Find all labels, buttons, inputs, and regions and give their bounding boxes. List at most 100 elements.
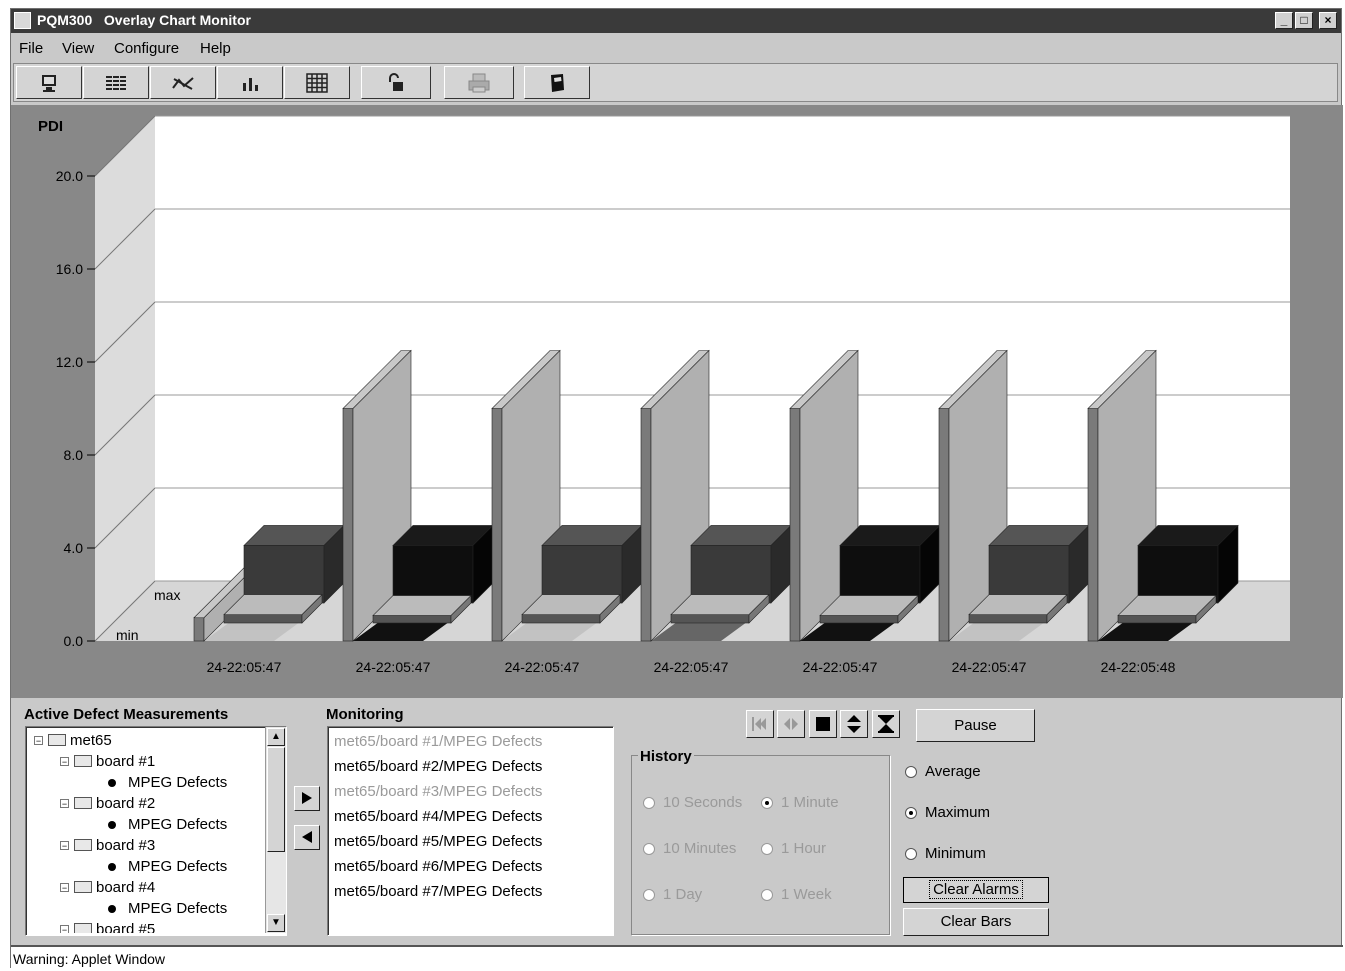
- toolbar-network-button[interactable]: [150, 66, 216, 99]
- max-bar-front: [938, 408, 950, 642]
- defects-tree[interactable]: − met65− board #1 MPEG Defects − board #2 MPEG…: [25, 726, 287, 936]
- toolbar-list-button[interactable]: [83, 66, 149, 99]
- collapse-toggle-icon[interactable]: −: [60, 883, 69, 893]
- monitoring-item[interactable]: met65/board #6/MPEG Defects: [334, 858, 542, 875]
- toolbar-help-button[interactable]: [524, 66, 590, 99]
- collapse-toggle-icon[interactable]: −: [60, 757, 69, 767]
- mode-option-label: Minimum: [925, 845, 986, 862]
- printer-icon: [468, 73, 490, 92]
- tree-leaf[interactable]: MPEG Defects: [26, 899, 262, 920]
- menu-configure[interactable]: Configure: [114, 40, 179, 57]
- min-bar-front: [372, 615, 452, 624]
- tree-leaf[interactable]: MPEG Defects: [26, 857, 262, 878]
- scroll-down-icon[interactable]: ▼: [267, 914, 285, 932]
- min-row-label: min: [116, 627, 139, 643]
- scroll-thumb[interactable]: [267, 747, 285, 852]
- first-button[interactable]: [746, 710, 774, 738]
- minimize-button[interactable]: _: [1275, 12, 1293, 29]
- tree-body: − met65− board #1 MPEG Defects − board #2 MPEG…: [26, 727, 262, 933]
- monitoring-item[interactable]: met65/board #7/MPEG Defects: [334, 883, 542, 900]
- add-monitor-button[interactable]: [294, 786, 320, 811]
- monitoring-item[interactable]: met65/board #5/MPEG Defects: [334, 833, 542, 850]
- tree-node[interactable]: − board #4: [26, 878, 262, 899]
- clear-alarms-label: Clear Alarms: [929, 880, 1023, 899]
- tree-scrollbar[interactable]: ▲ ▼: [265, 727, 286, 933]
- tree-label: MPEG Defects: [128, 774, 228, 791]
- expand-button[interactable]: [840, 710, 868, 738]
- history-radio[interactable]: [761, 843, 773, 855]
- tree-node[interactable]: − met65: [26, 731, 262, 752]
- toolbar-monitor-button[interactable]: [16, 66, 82, 99]
- x-tick-label: 24-22:05:47: [207, 659, 282, 675]
- mode-option-label: Average: [925, 763, 981, 780]
- monitoring-item[interactable]: met65/board #1/MPEG Defects: [334, 733, 542, 750]
- app-icon[interactable]: [14, 12, 31, 29]
- scroll-up-icon[interactable]: ▲: [267, 728, 285, 746]
- history-radio[interactable]: [761, 797, 773, 809]
- collapse-button[interactable]: [872, 710, 900, 738]
- history-option-label: 1 Day: [663, 886, 703, 903]
- monitoring-item[interactable]: met65/board #3/MPEG Defects: [334, 783, 542, 800]
- maximize-button[interactable]: □: [1295, 12, 1313, 29]
- collapse-toggle-icon[interactable]: −: [60, 841, 69, 851]
- monitoring-list[interactable]: met65/board #1/MPEG Defects met65/board #…: [327, 726, 614, 936]
- history-radio[interactable]: [643, 889, 655, 901]
- y-tick-label: 0.0: [64, 633, 84, 649]
- tree-leaf[interactable]: MPEG Defects: [26, 773, 262, 794]
- x-tick-label: 24-22:05:47: [952, 659, 1027, 675]
- monitoring-item[interactable]: met65/board #2/MPEG Defects: [334, 758, 542, 775]
- book-icon: [551, 73, 564, 92]
- tree-leaf[interactable]: MPEG Defects: [26, 815, 262, 836]
- history-option-label: 10 Seconds: [663, 794, 743, 811]
- step-button[interactable]: [777, 710, 805, 738]
- history-option-label: 1 Week: [781, 886, 832, 903]
- mode-radio[interactable]: [905, 807, 917, 819]
- tree-label: board #1: [96, 753, 156, 770]
- overlay-bar-chart: 0.0 4.0 8.0 12.0 16.0 20.0 max min 24-22:05:47 24…: [56, 115, 1290, 675]
- value-bar-front: [1137, 545, 1219, 604]
- folder-icon: [74, 755, 92, 767]
- y-tick-label: 8.0: [64, 447, 84, 463]
- mode-radio[interactable]: [905, 766, 917, 778]
- history-radio[interactable]: [643, 843, 655, 855]
- arrow-left-icon: [302, 831, 312, 843]
- tree-node[interactable]: − board #1: [26, 752, 262, 773]
- toolbar: [13, 63, 1338, 102]
- menu-file[interactable]: File: [19, 40, 43, 57]
- x-tick-label: 24-22:05:47: [505, 659, 580, 675]
- history-radio[interactable]: [643, 797, 655, 809]
- menu-view[interactable]: View: [62, 40, 94, 57]
- table-icon: [306, 72, 328, 93]
- remove-monitor-button[interactable]: [294, 825, 320, 850]
- collapse-toggle-icon[interactable]: −: [34, 736, 43, 746]
- monitoring-item[interactable]: met65/board #4/MPEG Defects: [334, 808, 542, 825]
- toolbar-print-button[interactable]: [444, 66, 514, 99]
- folder-icon: [74, 881, 92, 893]
- y-tick-label: 4.0: [64, 540, 84, 556]
- menu-help[interactable]: Help: [200, 40, 231, 57]
- clear-alarms-button[interactable]: Clear Alarms: [903, 877, 1049, 903]
- history-option-label: 1 Hour: [781, 840, 827, 857]
- tree-node[interactable]: − board #2: [26, 794, 262, 815]
- stop-button[interactable]: [809, 710, 837, 738]
- toolbar-barchart-button[interactable]: [217, 66, 283, 99]
- mode-radio[interactable]: [905, 848, 917, 860]
- close-button[interactable]: ×: [1319, 12, 1337, 29]
- collapse-toggle-icon[interactable]: −: [60, 799, 69, 809]
- collapse-toggle-icon[interactable]: −: [60, 925, 69, 933]
- max-row-label: max: [154, 587, 180, 603]
- tree-node[interactable]: − board #5: [26, 920, 262, 933]
- toolbar-table-button[interactable]: [284, 66, 350, 99]
- y-tick-label: 12.0: [56, 354, 83, 370]
- pause-button[interactable]: Pause: [916, 709, 1035, 742]
- toolbar-unlock-button[interactable]: [361, 66, 431, 99]
- tree-label: board #4: [96, 879, 156, 896]
- max-bar-front: [640, 408, 652, 642]
- folder-icon: [48, 734, 66, 746]
- title-bar: PQM300 Overlay Chart Monitor _ □ ×: [11, 9, 1341, 33]
- clear-bars-button[interactable]: Clear Bars: [903, 908, 1049, 936]
- max-bar-front: [1087, 408, 1099, 642]
- tree-label: board #5: [96, 921, 156, 933]
- history-radio[interactable]: [761, 889, 773, 901]
- tree-node[interactable]: − board #3: [26, 836, 262, 857]
